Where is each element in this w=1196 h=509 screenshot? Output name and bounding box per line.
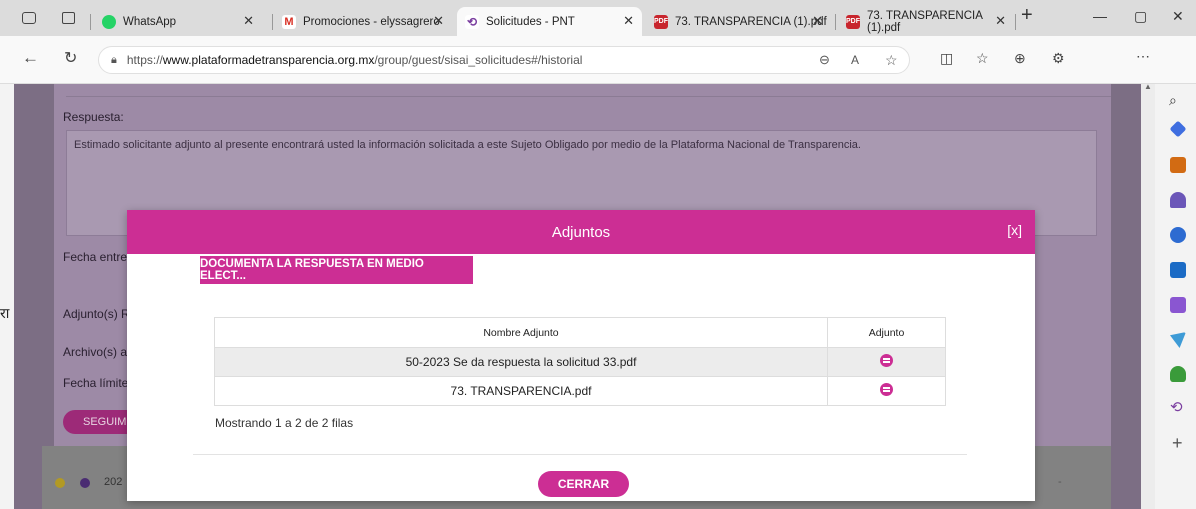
documenta-respuesta-button[interactable]: DOCUMENTA LA RESPUESTA EN MEDIO ELECT... bbox=[200, 256, 473, 284]
tab-solicitudes-pnt[interactable]: ⟲ Solicitudes - PNT ✕ bbox=[457, 7, 642, 36]
back-icon[interactable]: ← bbox=[22, 48, 39, 68]
refresh-icon[interactable]: ↻ bbox=[64, 48, 77, 68]
split-screen-icon[interactable]: ◫ bbox=[940, 50, 953, 67]
pagination-info: Mostrando 1 a 2 de 2 filas bbox=[215, 416, 354, 430]
whatsapp-icon bbox=[102, 14, 116, 29]
download-icon[interactable] bbox=[880, 383, 893, 396]
add-icon[interactable]: + bbox=[1172, 433, 1183, 454]
tree-icon[interactable] bbox=[1170, 366, 1186, 382]
column-header-adjunto[interactable]: Adjunto bbox=[827, 317, 946, 348]
gmail-icon: M bbox=[282, 14, 296, 29]
table-row: 73. TRANSPARENCIA.pdf bbox=[214, 376, 946, 406]
download-icon[interactable] bbox=[880, 354, 893, 367]
adjunto-name: 73. TRANSPARENCIA.pdf bbox=[214, 376, 828, 406]
tab-actions-icon[interactable] bbox=[62, 12, 75, 24]
browser-tab-bar: WhatsApp ✕ M Promociones - elyssagrero ✕… bbox=[0, 0, 1196, 36]
adjuntos-table: Nombre Adjunto Adjunto 50-2023 Se da res… bbox=[214, 317, 946, 406]
zoom-icon[interactable]: ⊖ bbox=[819, 52, 830, 68]
fecha-limite-label: Fecha límite bbox=[63, 376, 129, 390]
url-input[interactable]: 🔒︎ https://www.plataformadetransparencia… bbox=[98, 46, 910, 74]
modal-close-button[interactable]: [x] bbox=[1007, 222, 1022, 238]
address-bar: ← ↻ 🔒︎ https://www.plataformadetranspare… bbox=[0, 36, 1196, 105]
designer-icon[interactable] bbox=[1170, 297, 1186, 313]
modal-header: Adjuntos [x] bbox=[127, 210, 1035, 254]
pnt-icon[interactable]: ⟲ bbox=[1170, 398, 1183, 416]
adjuntos-label: Adjunto(s) R bbox=[63, 307, 130, 321]
close-tab-icon[interactable]: ✕ bbox=[623, 13, 634, 29]
row-year: 202 bbox=[104, 476, 123, 488]
pdf-icon: PDF bbox=[846, 14, 860, 29]
new-tab-icon[interactable]: + bbox=[1021, 4, 1033, 27]
row-dash: - bbox=[1058, 476, 1062, 488]
tab-whatsapp[interactable]: WhatsApp ✕ bbox=[94, 7, 262, 36]
adjunto-cell bbox=[827, 376, 946, 406]
fecha-entrega-label: Fecha entre bbox=[63, 250, 128, 264]
briefcase-icon[interactable] bbox=[1170, 157, 1186, 173]
adjunto-name: 50-2023 Se da respuesta la solicitud 33.… bbox=[214, 347, 828, 377]
favorite-icon[interactable]: ☆ bbox=[885, 52, 898, 69]
favorites-icon[interactable]: ☆ bbox=[976, 50, 989, 67]
tab-pdf-1[interactable]: PDF 73. TRANSPARENCIA (1).pdf ✕ bbox=[646, 7, 831, 36]
adjuntos-modal: Adjuntos [x] DOCUMENTA LA RESPUESTA EN M… bbox=[127, 210, 1035, 501]
respuesta-label: Respuesta: bbox=[63, 110, 124, 124]
archivos-label: Archivo(s) a bbox=[63, 345, 128, 359]
minimize-icon[interactable]: — bbox=[1093, 8, 1107, 24]
read-aloud-icon[interactable]: A bbox=[851, 53, 859, 67]
divider bbox=[66, 96, 1111, 97]
status-dot-yellow bbox=[55, 478, 65, 488]
modal-divider bbox=[193, 454, 967, 455]
modal-title: Adjuntos bbox=[551, 223, 611, 241]
scroll-up-icon[interactable]: ▲ bbox=[1144, 82, 1152, 91]
extensions-icon[interactable]: ⚙ bbox=[1052, 50, 1065, 67]
outlook-icon[interactable] bbox=[1170, 262, 1186, 278]
close-tab-icon[interactable]: ✕ bbox=[243, 13, 254, 29]
close-window-icon[interactable]: ✕ bbox=[1172, 8, 1184, 25]
respuesta-text: Estimado solicitante adjunto al presente… bbox=[74, 139, 861, 151]
search-icon[interactable]: ⌕ bbox=[1169, 92, 1177, 109]
left-edge-glyph: रा bbox=[0, 305, 10, 321]
circle-app-icon[interactable] bbox=[1170, 227, 1186, 243]
pnt-logo-icon: ⟲ bbox=[465, 14, 479, 29]
adjunto-cell bbox=[827, 347, 946, 377]
collections-icon[interactable]: ⊕ bbox=[1014, 50, 1026, 67]
tab-pdf-2[interactable]: PDF 73. TRANSPARENCIA (1).pdf ✕ bbox=[838, 7, 1014, 36]
tab-gmail[interactable]: M Promociones - elyssagrero ✕ bbox=[274, 7, 452, 36]
close-tab-icon[interactable]: ✕ bbox=[812, 13, 823, 29]
workspaces-icon[interactable] bbox=[22, 12, 36, 24]
chess-icon[interactable] bbox=[1170, 192, 1186, 208]
table-row: 50-2023 Se da respuesta la solicitud 33.… bbox=[214, 347, 946, 377]
status-dot-purple bbox=[80, 478, 90, 488]
close-tab-icon[interactable]: ✕ bbox=[433, 13, 444, 29]
pdf-icon: PDF bbox=[654, 14, 668, 29]
close-tab-icon[interactable]: ✕ bbox=[995, 13, 1006, 29]
cerrar-button[interactable]: CERRAR bbox=[538, 471, 629, 497]
lock-icon: 🔒︎ bbox=[111, 53, 117, 66]
scrollbar[interactable]: ▲ bbox=[1141, 82, 1155, 509]
restore-icon[interactable]: ▢ bbox=[1134, 8, 1147, 25]
column-header-nombre[interactable]: Nombre Adjunto bbox=[214, 317, 828, 348]
more-icon[interactable]: ⋯ bbox=[1136, 48, 1150, 65]
